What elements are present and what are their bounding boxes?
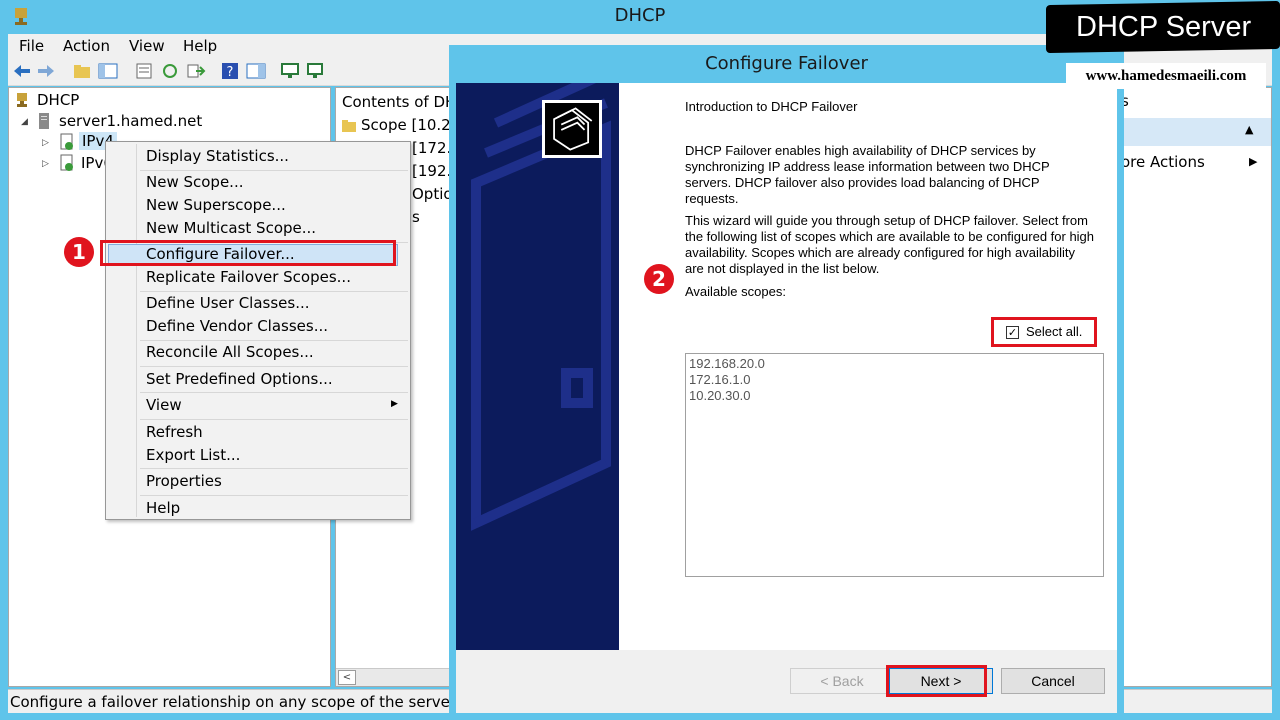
ipv6-doc-icon [60, 154, 73, 171]
actions-section[interactable]: ▲ [1119, 118, 1271, 146]
ipv4-doc-icon [60, 133, 73, 150]
more-actions[interactable]: ore Actions ▶ [1119, 150, 1271, 176]
menu-separator [140, 291, 408, 292]
status-text: Configure a failover relationship on any… [10, 693, 457, 711]
more-actions-label[interactable]: ore Actions [1121, 153, 1205, 171]
content-row[interactable]: Optio [412, 185, 453, 203]
menu-separator [140, 392, 408, 393]
cancel-button[interactable]: Cancel [1001, 668, 1105, 694]
brand-title: DHCP Server [1076, 11, 1252, 43]
brand-url: www.hamedesmaeili.com [1066, 63, 1266, 89]
folders-icon [542, 100, 602, 158]
highlight-box-configure-failover [100, 240, 396, 266]
collapse-up-icon[interactable]: ▲ [1245, 123, 1253, 136]
export-list-icon[interactable] [186, 62, 206, 80]
tree-root-dhcp[interactable]: DHCP [37, 91, 79, 109]
highlight-box-next [886, 665, 987, 697]
refresh-icon[interactable] [160, 62, 180, 80]
content-header: Contents of DH [342, 93, 457, 111]
step-badge-1: 1 [64, 237, 94, 267]
server-icon [39, 113, 49, 129]
server-add-icon[interactable] [306, 62, 326, 80]
checkbox-checked-icon[interactable]: ✓ [1006, 326, 1019, 339]
menu-view[interactable]: View [129, 37, 165, 55]
menu-separator [140, 468, 408, 469]
menu-item-export-list[interactable]: Export List... [146, 446, 240, 464]
wizard-paragraph-2: This wizard will guide you through setup… [685, 213, 1095, 276]
menu-item-new-superscope[interactable]: New Superscope... [146, 196, 286, 214]
submenu-arrow-icon: ▶ [391, 399, 398, 409]
menu-separator [140, 366, 408, 367]
up-folder-icon[interactable] [72, 62, 92, 80]
scroll-left-icon[interactable]: < [338, 670, 356, 685]
show-hide-tree-icon[interactable] [98, 62, 118, 80]
properties-sheet-icon[interactable] [134, 62, 154, 80]
menu-item-properties[interactable]: Properties [146, 472, 222, 490]
menu-item-help[interactable]: Help [146, 499, 180, 517]
menu-item-new-scope[interactable]: New Scope... [146, 173, 244, 191]
select-all-checkbox[interactable]: ✓ Select all. [991, 317, 1097, 347]
back-button[interactable]: < Back [790, 668, 894, 694]
horizontal-scrollbar[interactable]: < [336, 668, 459, 686]
configure-failover-dialog: Configure Failover Introduction to DHCP … [449, 45, 1124, 720]
select-all-label: Select all. [1026, 324, 1083, 339]
context-menu: Display Statistics... New Scope... New S… [105, 141, 411, 520]
tree-server[interactable]: server1.hamed.net [59, 112, 202, 130]
collapse-arrow-icon[interactable]: ▷ [42, 138, 49, 148]
brand-tag: DHCP Server www.hamedesmaeili.com [1046, 0, 1280, 95]
menu-separator [140, 495, 408, 496]
menu-separator [140, 419, 408, 420]
content-row[interactable]: [192. [412, 162, 451, 180]
help-icon[interactable]: ? [220, 62, 240, 80]
actions-pane: s ▲ ore Actions ▶ [1118, 87, 1272, 687]
expand-arrow-icon[interactable]: ◢ [21, 117, 28, 127]
menu-separator [140, 340, 408, 341]
menu-item-define-user-classes[interactable]: Define User Classes... [146, 294, 310, 312]
menu-help[interactable]: Help [183, 37, 217, 55]
list-item[interactable]: 10.20.30.0 [689, 388, 750, 403]
wizard-server-graphic [471, 83, 611, 531]
forward-arrow-icon[interactable] [36, 62, 56, 80]
menu-item-define-vendor-classes[interactable]: Define Vendor Classes... [146, 317, 328, 335]
content-row[interactable]: [172. [412, 139, 451, 157]
step-badge-2: 2 [644, 264, 674, 294]
server-monitor-icon[interactable] [280, 62, 300, 80]
submenu-arrow-icon: ▶ [1249, 155, 1258, 168]
back-arrow-icon[interactable] [12, 62, 32, 80]
dialog-title: Configure Failover [705, 53, 868, 74]
list-item[interactable]: 192.168.20.0 [689, 356, 765, 371]
folder-icon [342, 120, 356, 132]
svg-text:?: ? [227, 65, 234, 80]
menu-item-replicate-failover-scopes[interactable]: Replicate Failover Scopes... [146, 268, 351, 286]
menu-item-display-statistics[interactable]: Display Statistics... [146, 147, 289, 165]
collapse-arrow-icon[interactable]: ▷ [42, 159, 49, 169]
dialog-body: Introduction to DHCP Failover DHCP Failo… [456, 83, 1117, 713]
menu-item-refresh[interactable]: Refresh [146, 423, 203, 441]
menu-item-reconcile-all-scopes[interactable]: Reconcile All Scopes... [146, 343, 314, 361]
menu-file[interactable]: File [19, 37, 44, 55]
menu-item-view[interactable]: View [146, 396, 182, 414]
menu-item-new-multicast-scope[interactable]: New Multicast Scope... [146, 219, 316, 237]
wizard-heading: Introduction to DHCP Failover [685, 99, 858, 114]
menu-gutter [136, 144, 137, 517]
available-scopes-label: Available scopes: [685, 284, 786, 299]
wizard-side-panel [456, 83, 619, 650]
available-scopes-list[interactable]: 192.168.20.0 172.16.1.0 10.20.30.0 [685, 353, 1104, 577]
menu-separator [140, 170, 408, 171]
action-pane-icon[interactable] [246, 62, 266, 80]
content-row[interactable]: Scope [10.20 [361, 116, 459, 134]
menu-item-set-predefined-options[interactable]: Set Predefined Options... [146, 370, 333, 388]
dhcp-trophy-icon [17, 93, 27, 107]
list-item[interactable]: 172.16.1.0 [689, 372, 750, 387]
menu-action[interactable]: Action [63, 37, 110, 55]
wizard-paragraph-1: DHCP Failover enables high availability … [685, 143, 1050, 206]
content-row[interactable]: s [412, 208, 420, 226]
